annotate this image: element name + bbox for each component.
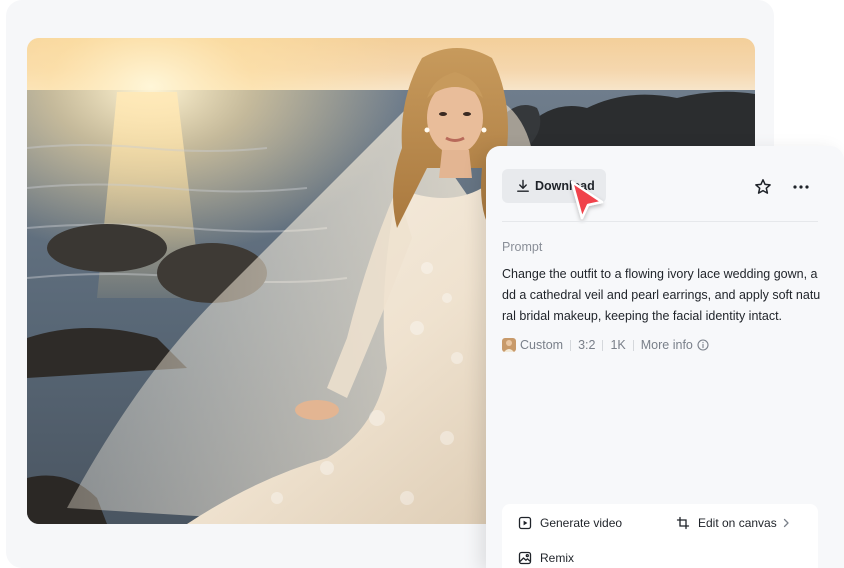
meta-separator (602, 339, 604, 351)
favorite-star-button[interactable] (752, 176, 774, 198)
info-icon[interactable] (697, 339, 709, 351)
meta-ratio: 3:2 (578, 338, 596, 352)
remix-button[interactable]: Remix (518, 551, 574, 565)
download-icon (516, 179, 530, 193)
meta-separator (632, 339, 634, 351)
style-avatar-icon (502, 338, 516, 352)
prompt-label: Prompt (502, 240, 543, 254)
play-square-icon (518, 516, 532, 530)
generation-meta: Custom 3:2 1K More info (502, 336, 709, 354)
edit-on-canvas-button[interactable]: Edit on canvas (676, 516, 790, 530)
more-options-button[interactable] (790, 176, 812, 198)
meta-resolution: 1K (610, 338, 626, 352)
meta-style[interactable]: Custom (520, 338, 563, 352)
image-detail-panel: Download Prompt Change the outfit to a f… (486, 146, 844, 568)
meta-separator (570, 339, 572, 351)
edit-on-canvas-label: Edit on canvas (698, 516, 777, 530)
generate-video-label: Generate video (540, 516, 623, 530)
pointer-cursor (568, 178, 608, 224)
image-remix-icon (518, 551, 532, 565)
more-info-link[interactable]: More info (641, 338, 693, 352)
chevron-right-icon (783, 518, 790, 528)
header-divider (502, 221, 818, 222)
generate-video-button[interactable]: Generate video (518, 516, 622, 530)
action-menu: Generate video Edit on canvas Remix (502, 504, 818, 568)
star-icon (754, 178, 772, 196)
prompt-text: Change the outfit to a flowing ivory lac… (502, 267, 821, 323)
crop-icon (676, 516, 690, 530)
more-horizontal-icon (793, 185, 809, 189)
remix-label: Remix (540, 551, 575, 565)
